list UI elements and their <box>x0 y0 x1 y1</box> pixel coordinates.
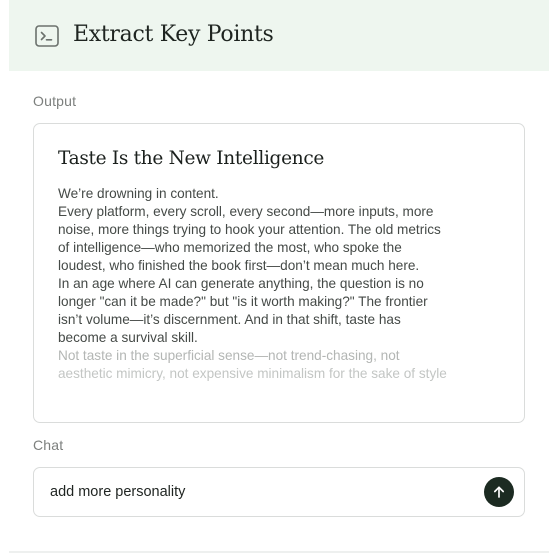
document-faded-line: Not taste in the superficial sense—not t… <box>58 348 400 363</box>
document-line: noise, more things trying to hook your a… <box>58 222 441 237</box>
output-area[interactable]: Taste Is the New Intelligence We’re drow… <box>33 123 525 423</box>
document-line: In an age where AI can generate anything… <box>58 276 424 291</box>
panel-header: Extract Key Points <box>9 0 549 71</box>
document-fade-out: Not taste in the superficial sense—not t… <box>58 347 504 383</box>
document-line: loudest, who finished the book first—don… <box>58 258 420 273</box>
document-title: Taste Is the New Intelligence <box>58 148 325 169</box>
chat-input[interactable] <box>50 482 470 502</box>
document-line: Every platform, every scroll, every seco… <box>58 204 434 219</box>
chat-label: Chat <box>33 437 64 453</box>
send-button[interactable] <box>484 477 514 507</box>
document-line: We’re drowning in content. <box>58 186 219 201</box>
extract-key-points-panel: Extract Key Points Output Taste Is the N… <box>9 0 549 553</box>
document-faded-line: aesthetic mimicry, not expensive minimal… <box>58 366 447 381</box>
terminal-icon <box>35 25 59 47</box>
document-line: of intelligence—who memorized the most, … <box>58 240 402 255</box>
output-label: Output <box>33 93 77 109</box>
document-line: isn’t volume—it’s discernment. And in th… <box>58 312 401 327</box>
document-body: We’re drowning in content. Every platfor… <box>58 185 504 347</box>
chat-input-box <box>33 467 525 517</box>
panel-title: Extract Key Points <box>73 22 274 47</box>
document-line: become a survival skill. <box>58 330 198 345</box>
document-line: longer "can it be made?" but "is it wort… <box>58 294 428 309</box>
arrow-up-icon <box>492 485 506 499</box>
